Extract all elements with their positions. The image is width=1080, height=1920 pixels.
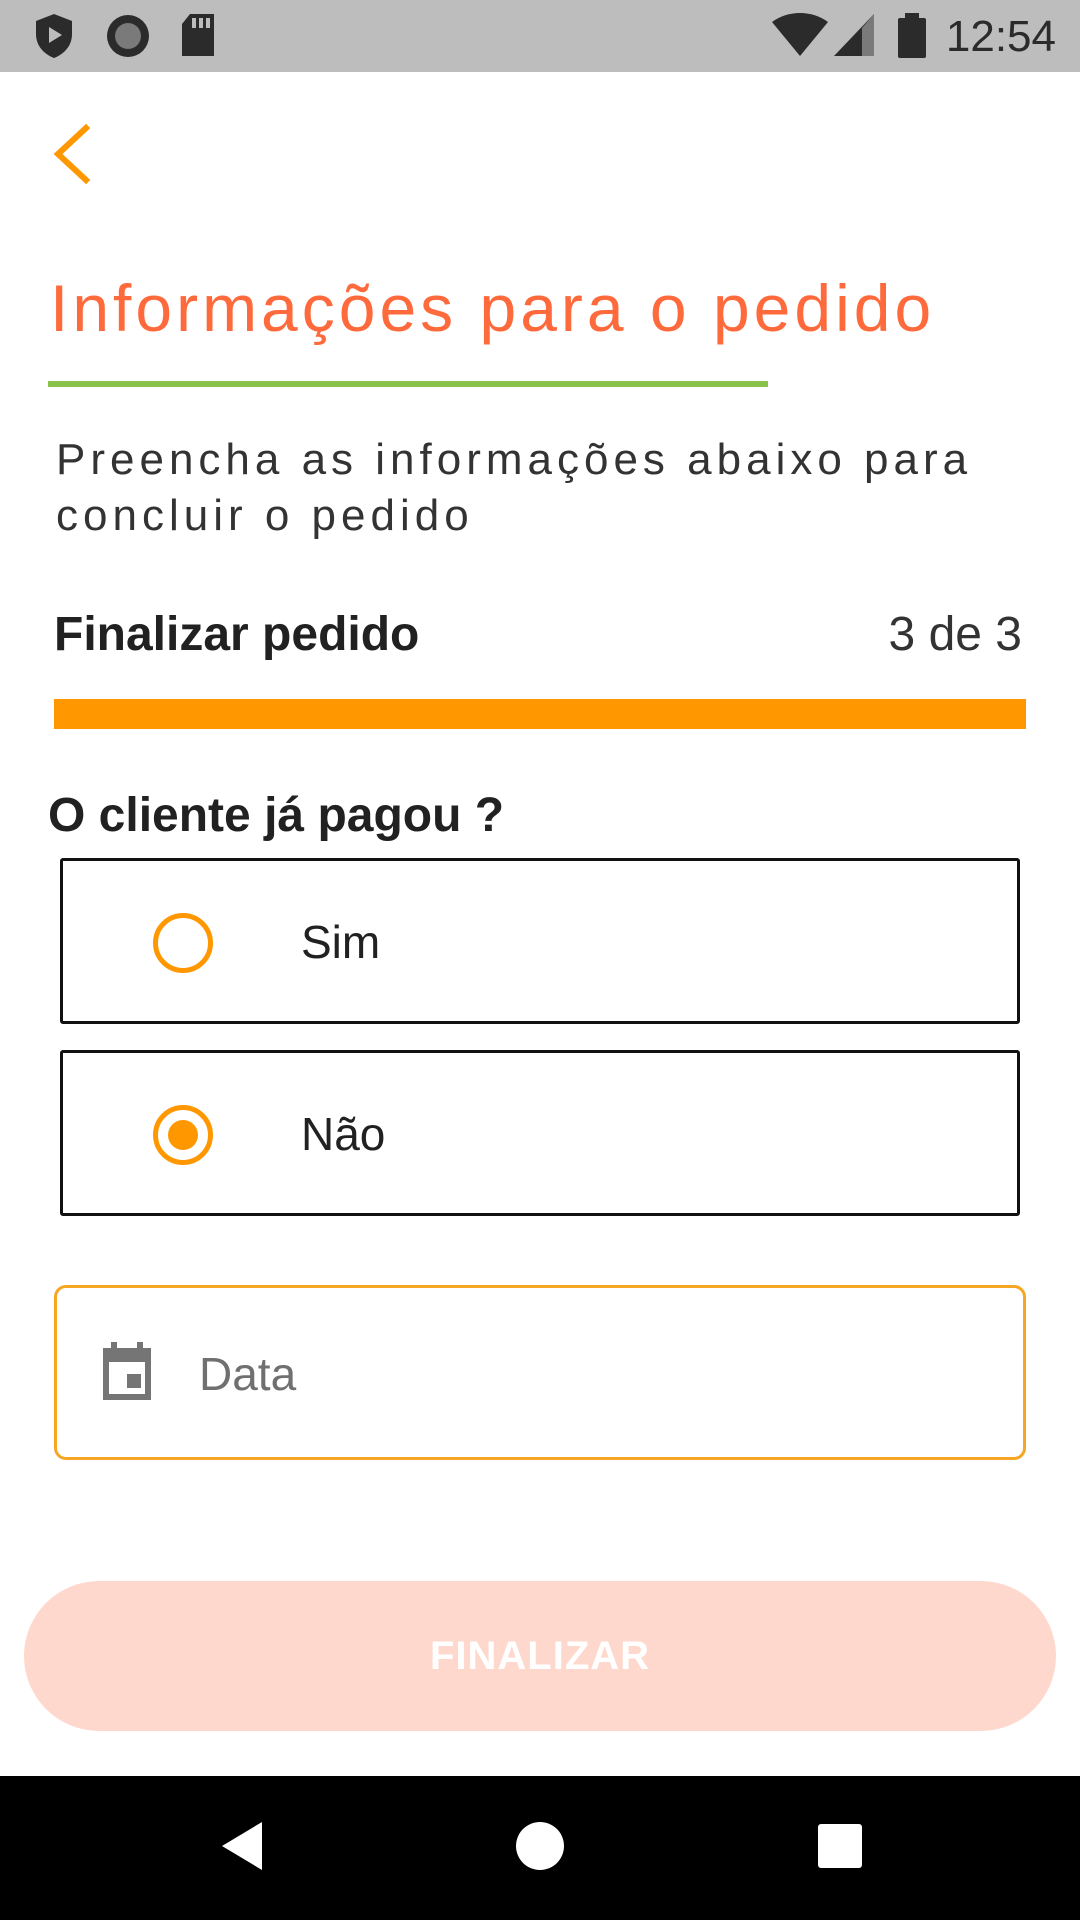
option-no-label: Não	[301, 1108, 386, 1160]
page-subtitle: Preencha as informações abaixo para conc…	[56, 435, 973, 540]
record-icon	[104, 12, 152, 65]
progress-bar	[54, 699, 1026, 729]
nav-home-button[interactable]	[460, 1776, 620, 1920]
option-yes-label: Sim	[301, 916, 381, 968]
cell-signal-icon	[832, 12, 876, 65]
recents-square-icon	[817, 1823, 863, 1874]
sd-card-icon	[178, 12, 218, 65]
finish-button[interactable]: FINALIZAR	[24, 1581, 1056, 1731]
payment-question: O cliente já pagou ?	[48, 789, 505, 842]
chevron-left-icon	[48, 122, 96, 191]
page-title: Informações para o pedido	[50, 271, 936, 345]
title-underline	[48, 381, 768, 387]
status-time: 12:54	[945, 12, 1056, 61]
radio-yes[interactable]	[153, 913, 213, 973]
battery-icon	[896, 12, 928, 65]
step-count: 3 de 3	[888, 608, 1022, 661]
nav-recents-button[interactable]	[760, 1776, 920, 1920]
radio-no[interactable]	[153, 1105, 213, 1165]
step-label: Finalizar pedido	[54, 608, 420, 661]
calendar-icon	[99, 1342, 155, 1409]
date-field[interactable]	[54, 1285, 1026, 1460]
shield-play-icon	[32, 12, 76, 65]
nav-back-button[interactable]	[162, 1776, 322, 1920]
radio-selected-dot	[168, 1120, 198, 1150]
home-circle-icon	[515, 1821, 565, 1876]
progress-fill	[54, 699, 1026, 729]
option-no[interactable]: Não	[60, 1050, 1020, 1216]
date-input[interactable]	[199, 1328, 979, 1420]
option-yes[interactable]: Sim	[60, 858, 1020, 1024]
wifi-icon	[770, 12, 830, 65]
back-triangle-icon	[218, 1820, 266, 1877]
status-bar: 12:54	[0, 0, 1080, 72]
back-button[interactable]	[36, 118, 108, 194]
navigation-bar	[0, 1776, 1080, 1920]
